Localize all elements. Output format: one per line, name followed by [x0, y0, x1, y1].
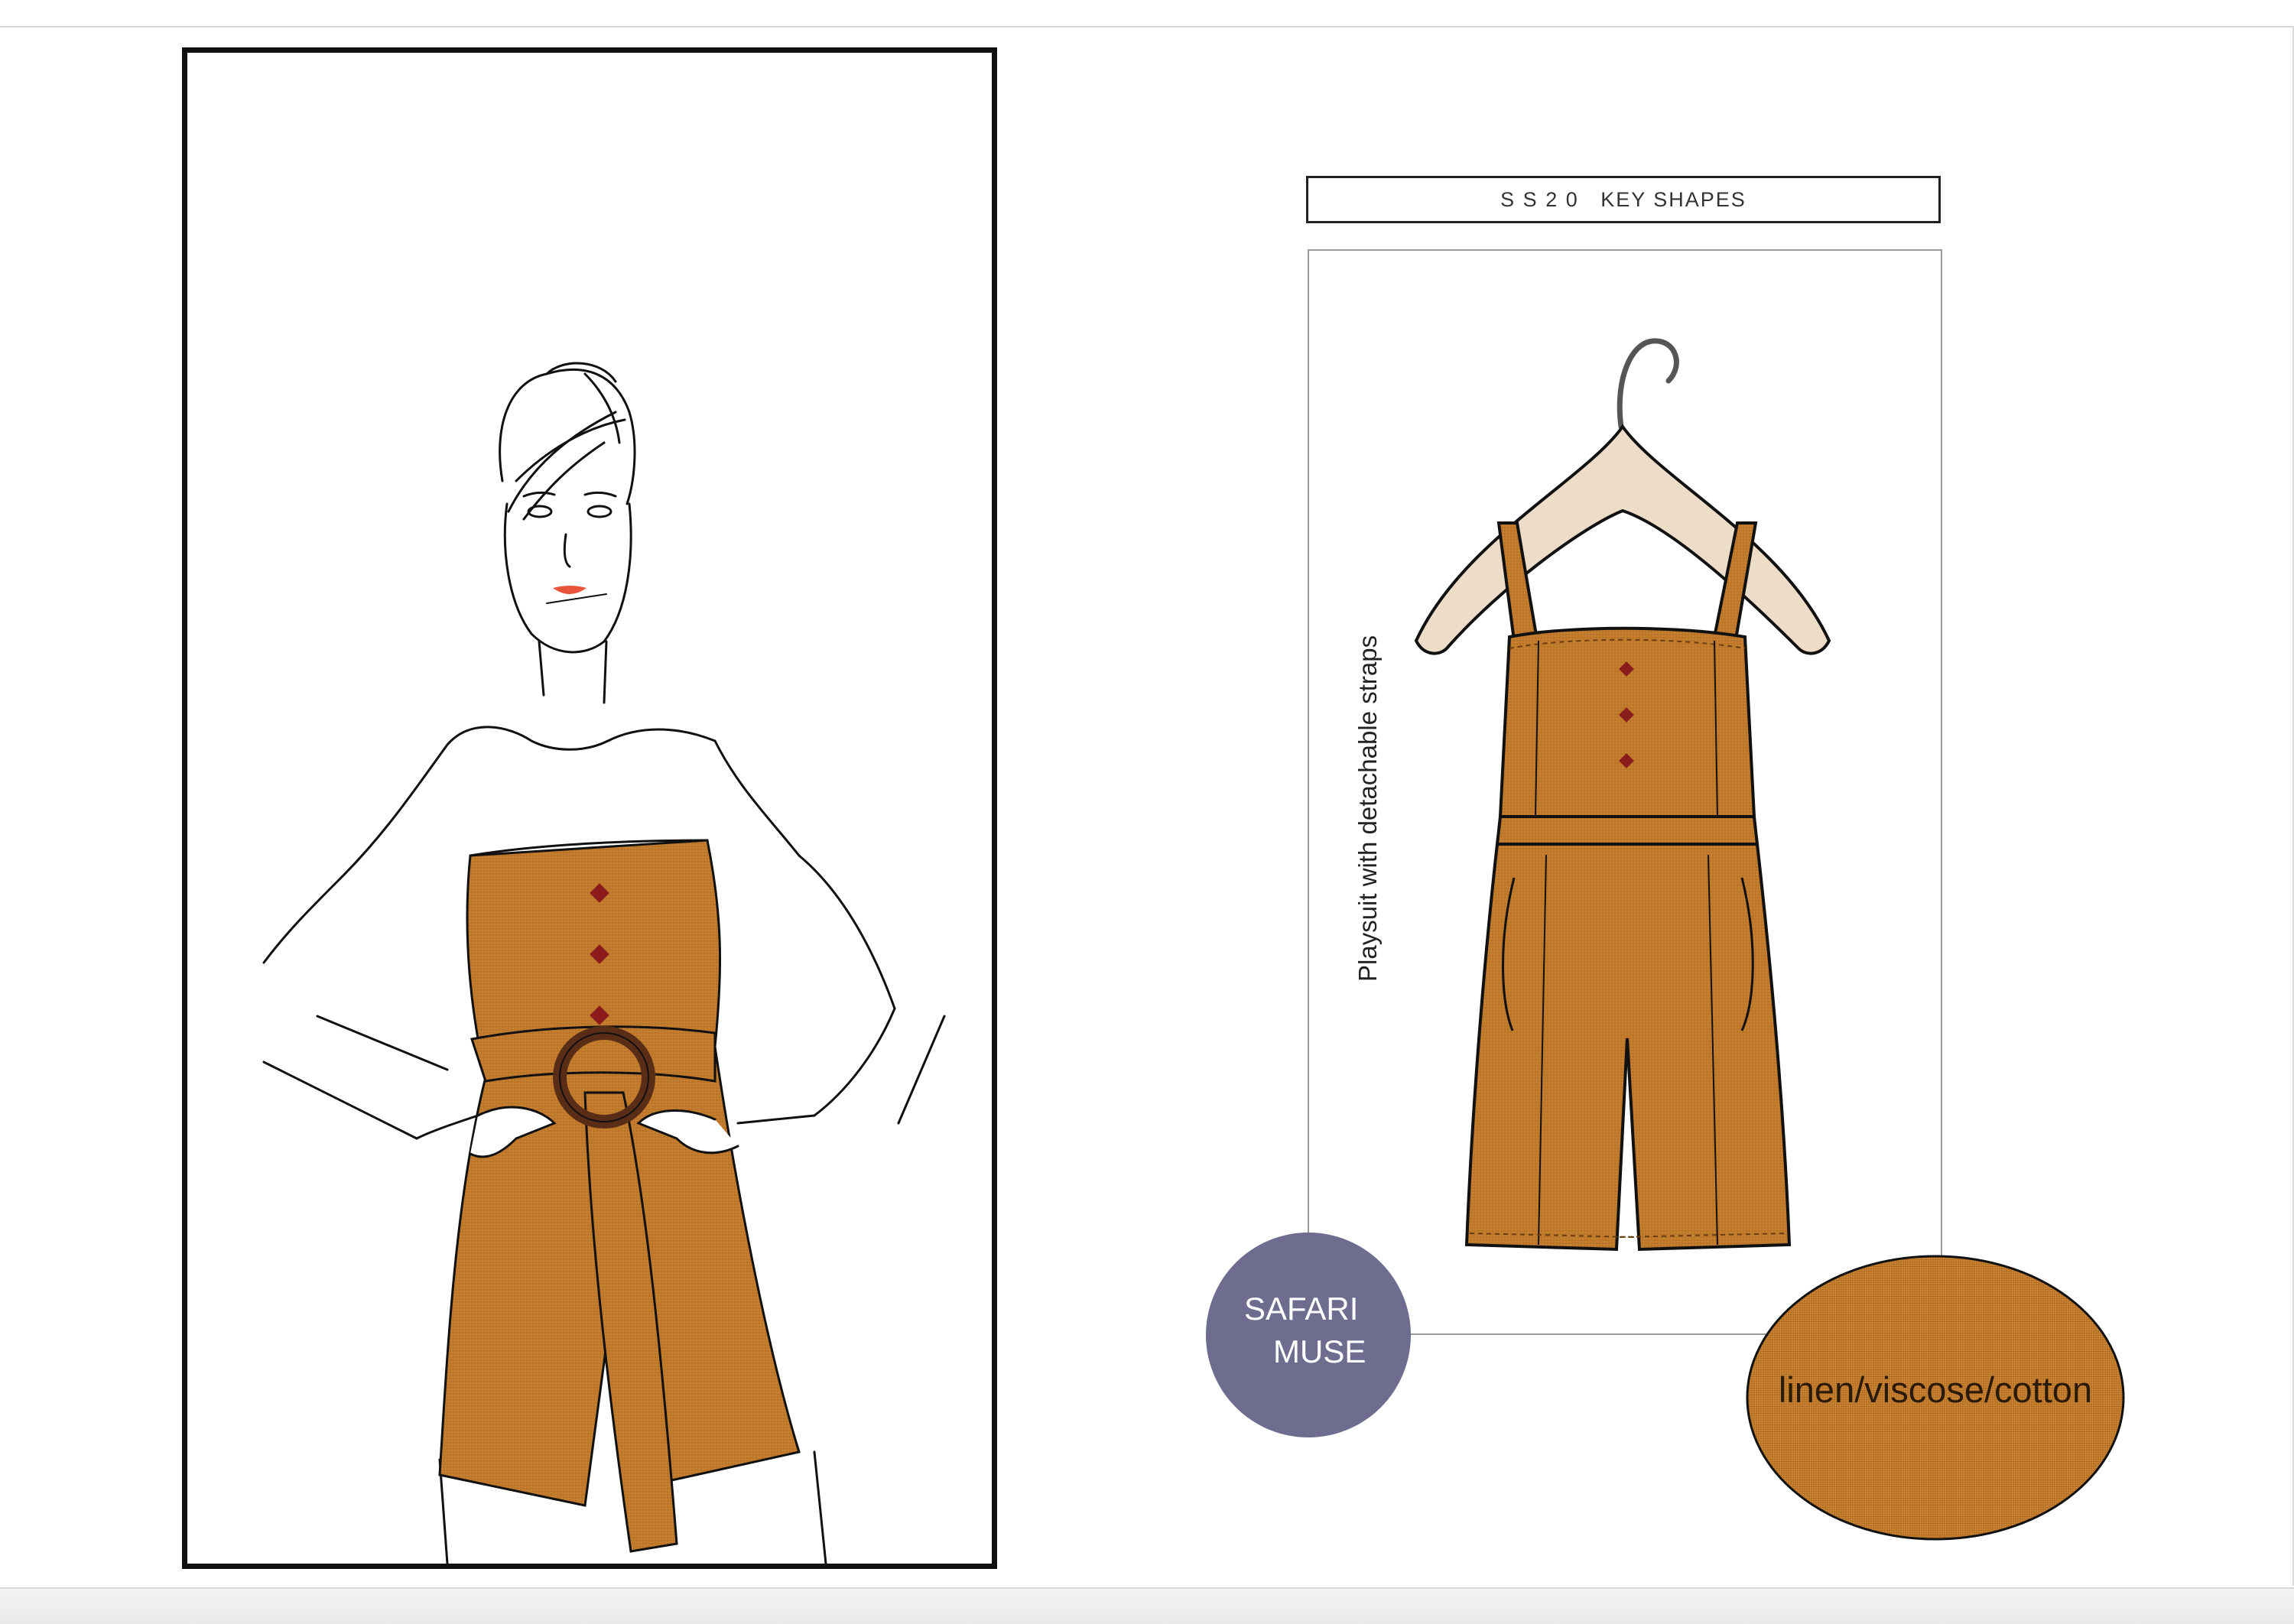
theme-badge-line1: SAFARI — [1244, 1291, 1359, 1327]
model-lips — [553, 586, 586, 594]
page-bottom-band — [0, 1587, 2294, 1624]
theme-badge: SAFARI MUSE — [1206, 1233, 1411, 1437]
garment-caption: Playsuit with detachable straps — [1353, 635, 1382, 982]
model-face — [503, 491, 632, 704]
theme-badge-line2: MUSE — [1273, 1333, 1366, 1369]
hanger-icon — [1414, 338, 1831, 655]
flat-sketch-panel — [1308, 249, 1942, 1335]
board-title: S S 2 0 KEY SHAPES — [1500, 187, 1746, 211]
board-title-box: S S 2 0 KEY SHAPES — [1306, 176, 1941, 223]
fashion-illustration — [262, 362, 946, 1564]
fashion-illustration-frame — [182, 47, 997, 1569]
playsuit-flat-sketch — [1414, 338, 1831, 1252]
page-top-rule — [0, 26, 2294, 28]
fabric-swatch: linen/viscose/cotton — [1745, 1254, 2126, 1541]
fabric-composition-label: linen/viscose/cotton — [1778, 1369, 2093, 1410]
